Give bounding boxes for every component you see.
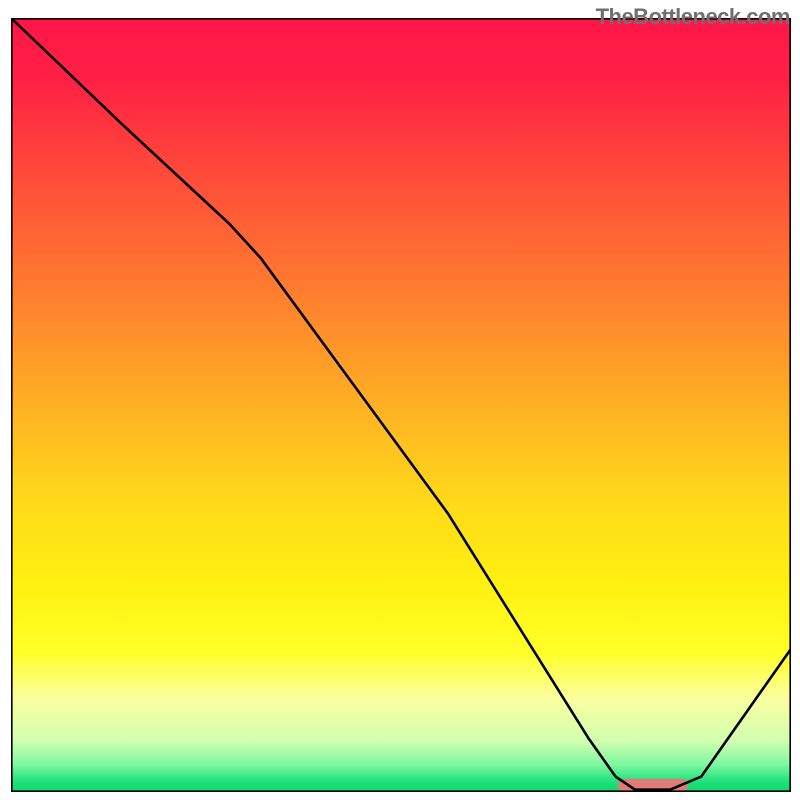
gradient-background [11,18,791,792]
chart-stage: TheBottleneck.com [0,0,800,800]
bottleneck-chart [11,18,791,792]
plot-area [11,18,791,792]
